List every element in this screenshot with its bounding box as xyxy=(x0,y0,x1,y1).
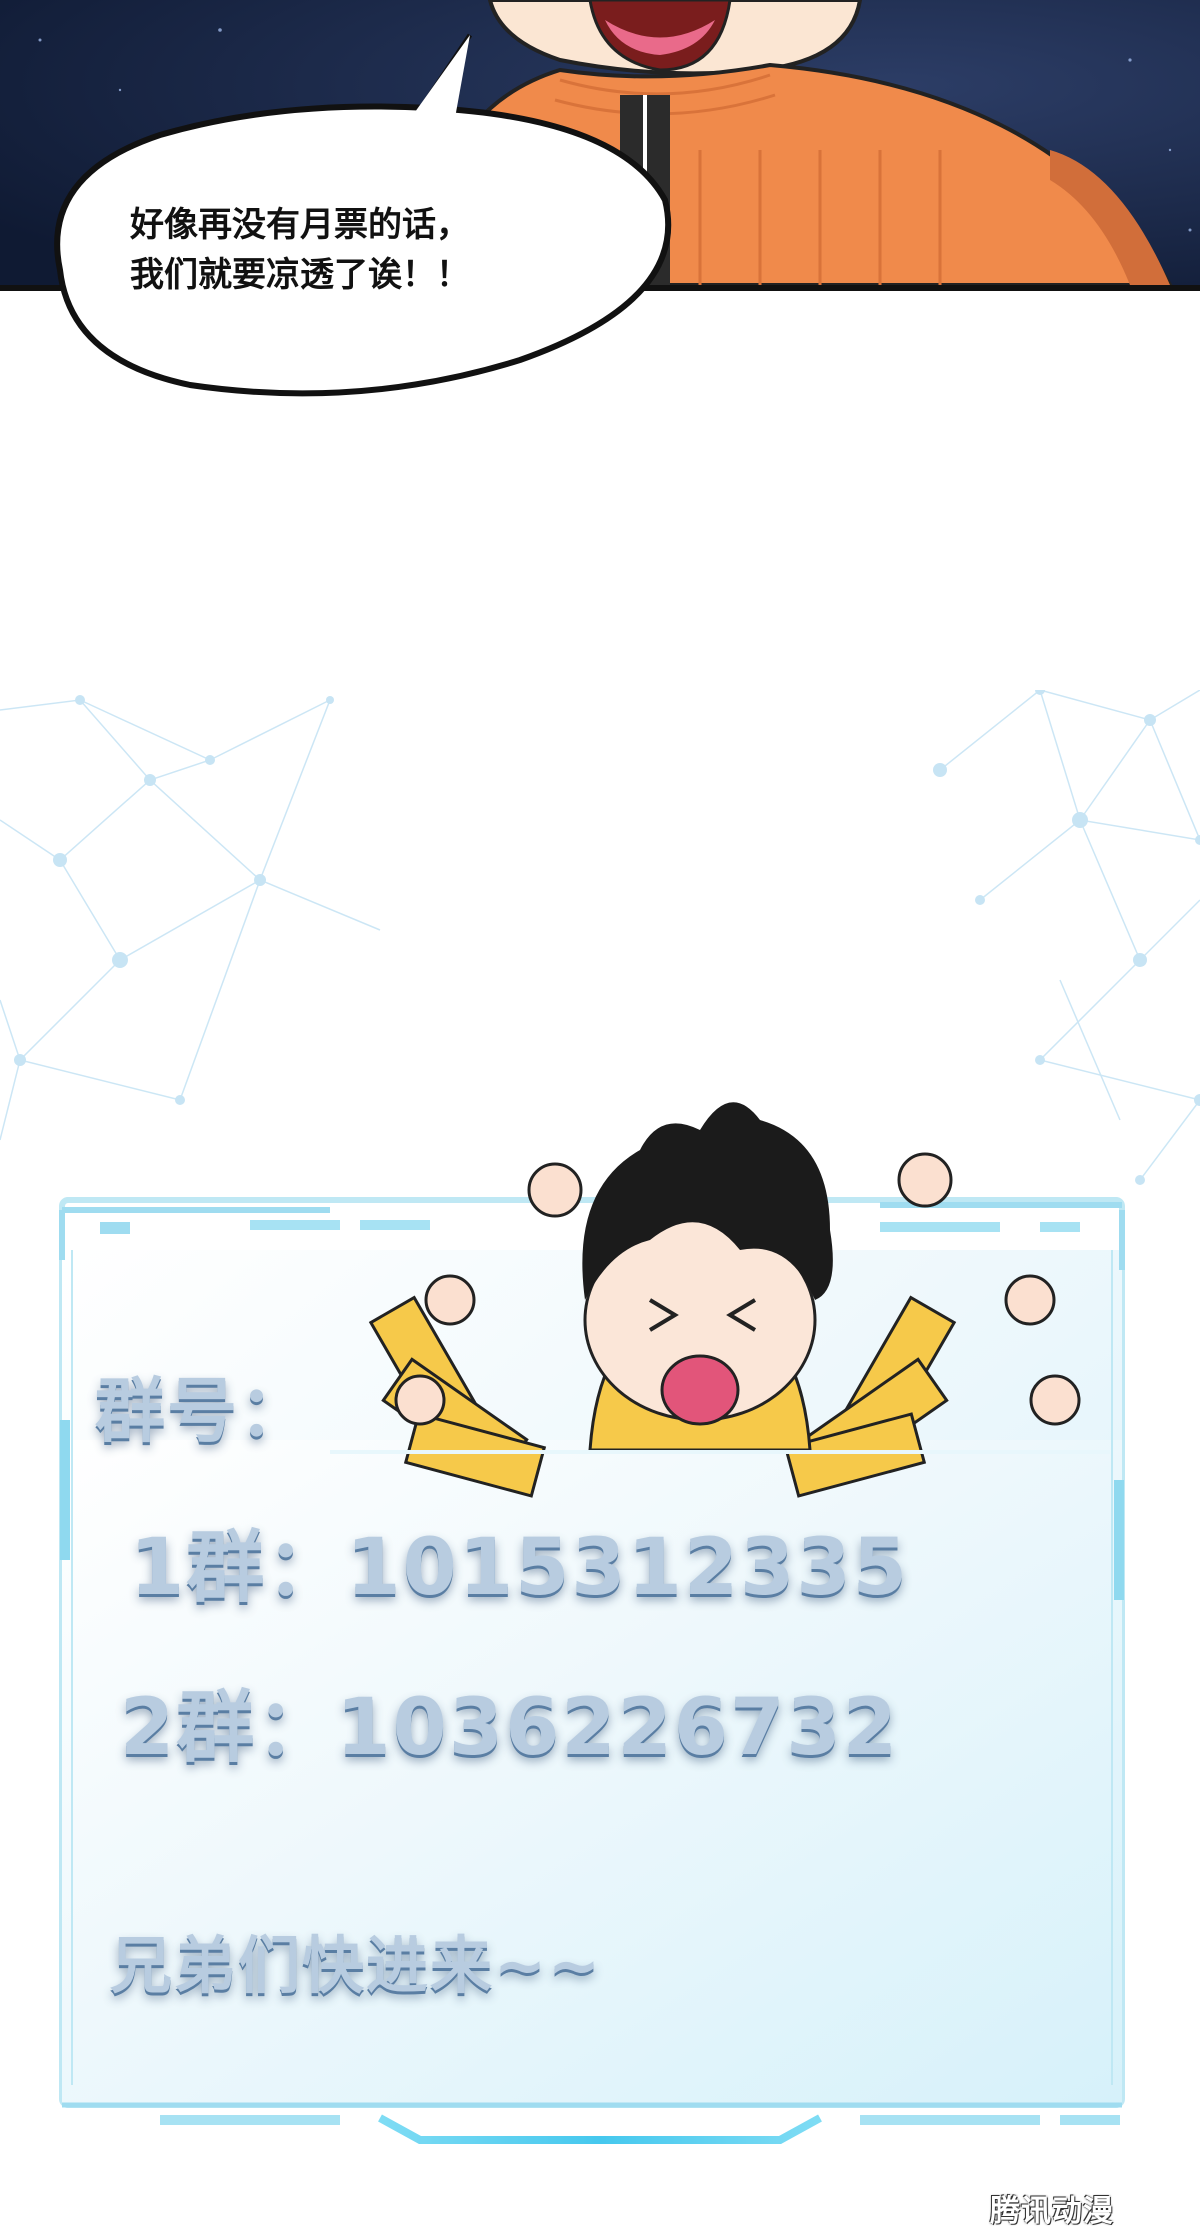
invite-text: 兄弟们快进来~~ xyxy=(110,1929,602,2002)
tencent-comic-watermark: 腾讯动漫 xyxy=(990,2194,1114,2229)
speech-bubble: 好像再没有月票的话， 我们就要凉透了诶！！ xyxy=(0,0,1200,420)
speech-line-2: 我们就要凉透了诶！！ xyxy=(130,255,470,295)
speech-bubble-text: 好像再没有月票的话， 我们就要凉透了诶！！ xyxy=(130,200,650,300)
group-number-heading: 群号： xyxy=(95,1370,311,1452)
speech-line-1: 好像再没有月票的话， xyxy=(130,205,470,245)
group-1-number[interactable]: 1群：1015312335 xyxy=(130,1505,909,1617)
group-2-number[interactable]: 2群：1036226732 xyxy=(120,1665,899,1777)
group-promo-area: 群号： 1群：1015312335 2群：1036226732 兄弟们快进来~~ xyxy=(0,690,1200,2229)
